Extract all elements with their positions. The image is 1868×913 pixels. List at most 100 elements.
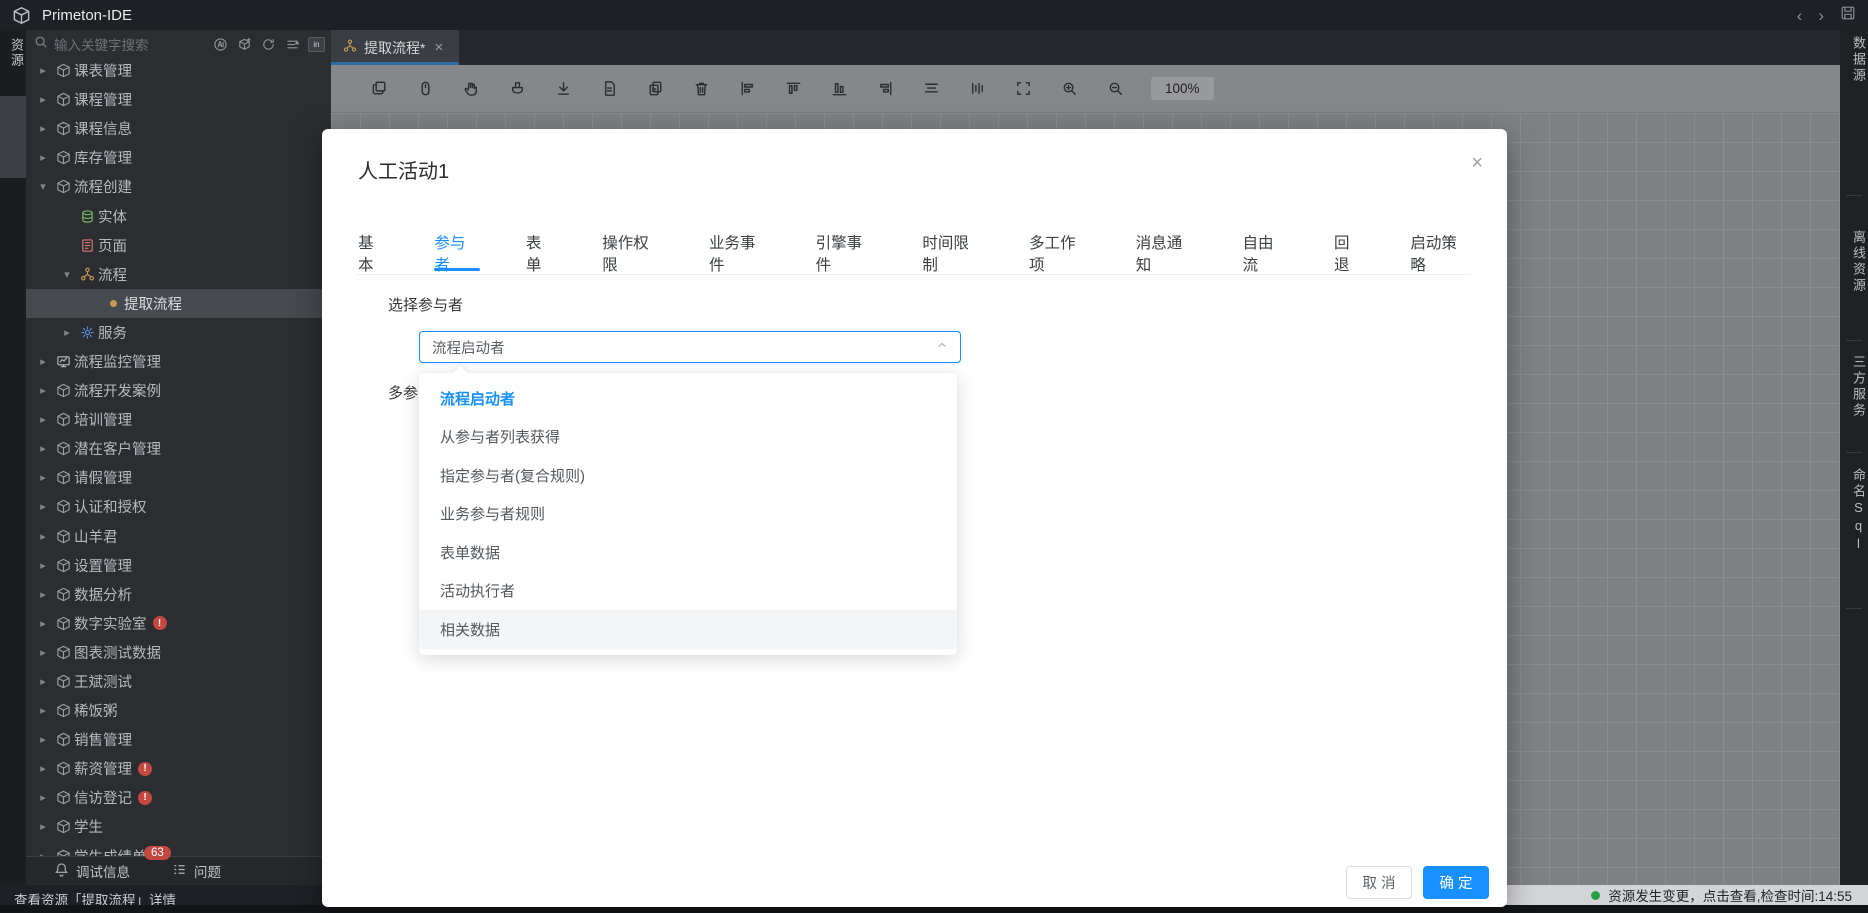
dialog-tab-启动策略[interactable]: 启动策略 <box>1410 235 1471 271</box>
expand-arrow-icon[interactable]: ▸ <box>34 471 52 484</box>
tree-item-页面[interactable]: 页面 <box>26 231 331 260</box>
dropdown-option-相关数据[interactable]: 相关数据 <box>419 610 957 649</box>
copy-icon[interactable] <box>369 79 389 99</box>
tree-item-流程开发案例[interactable]: ▸流程开发案例 <box>26 376 331 405</box>
dialog-tab-参与者[interactable]: 参与者 <box>434 235 480 271</box>
tree-item-王斌测试[interactable]: ▸王斌测试 <box>26 667 331 696</box>
tree-item-流程[interactable]: ▾流程 <box>26 260 331 289</box>
dropdown-option-流程启动者[interactable]: 流程启动者 <box>419 379 957 418</box>
tree-item-库存管理[interactable]: ▸库存管理 <box>26 143 331 172</box>
expand-arrow-icon[interactable]: ▸ <box>34 588 52 601</box>
align-bottom-icon[interactable] <box>829 79 849 99</box>
expand-arrow-icon[interactable]: ▸ <box>34 413 52 426</box>
expand-arrow-icon[interactable]: ▸ <box>34 762 52 775</box>
tree-item-课表管理[interactable]: ▸课表管理 <box>26 56 331 85</box>
tree-item-学生[interactable]: ▸学生 <box>26 812 331 841</box>
dialog-tab-表单[interactable]: 表单 <box>526 235 556 271</box>
rail-tab-命名Sql[interactable]: 命名Sql <box>1840 468 1868 554</box>
tree-item-设置管理[interactable]: ▸设置管理 <box>26 551 331 580</box>
tree-item-数据分析[interactable]: ▸数据分析 <box>26 580 331 609</box>
tree-item-认证和授权[interactable]: ▸认证和授权 <box>26 492 331 521</box>
tree-item-服务[interactable]: ▸服务 <box>26 318 331 347</box>
delete-icon[interactable] <box>691 79 711 99</box>
expand-arrow-icon[interactable]: ▸ <box>34 733 52 746</box>
expand-arrow-icon[interactable]: ▸ <box>58 326 76 339</box>
rail-tab-resources[interactable]: 资源 <box>0 38 26 68</box>
tree-item-流程监控管理[interactable]: ▸流程监控管理 <box>26 347 331 376</box>
tree-item-数字实验室[interactable]: ▸数字实验室! <box>26 609 331 638</box>
zoom-in-icon[interactable] <box>1059 79 1079 99</box>
expand-arrow-icon[interactable]: ▸ <box>34 791 52 804</box>
download-icon[interactable] <box>553 79 573 99</box>
tab-close-icon[interactable]: × <box>434 39 443 56</box>
dialog-tab-时间限制[interactable]: 时间限制 <box>922 235 983 271</box>
expand-arrow-icon[interactable]: ▸ <box>34 355 52 368</box>
tree-item-山羊君[interactable]: ▸山羊君 <box>26 522 331 551</box>
participant-select[interactable]: 流程启动者 <box>419 331 961 363</box>
dialog-tab-基本[interactable]: 基本 <box>358 235 388 271</box>
expand-arrow-icon[interactable]: ▸ <box>34 820 52 833</box>
dialog-tab-消息通知[interactable]: 消息通知 <box>1136 235 1197 271</box>
editor-tab-extract-flow[interactable]: 提取流程* × <box>331 30 459 65</box>
dropdown-option-指定参与者(复合规则)[interactable]: 指定参与者(复合规则) <box>419 456 957 495</box>
tree-item-薪资管理[interactable]: ▸薪资管理! <box>26 754 331 783</box>
pointer-icon[interactable] <box>415 79 435 99</box>
dropdown-option-业务参与者规则[interactable]: 业务参与者规则 <box>419 495 957 534</box>
save-icon[interactable] <box>1840 5 1856 26</box>
tree-item-销售管理[interactable]: ▸销售管理 <box>26 725 331 754</box>
duplicate-icon[interactable] <box>645 79 665 99</box>
expand-arrow-icon[interactable]: ▸ <box>34 646 52 659</box>
align-top-icon[interactable] <box>783 79 803 99</box>
tree-item-潜在客户管理[interactable]: ▸潜在客户管理 <box>26 434 331 463</box>
refresh-icon[interactable] <box>260 36 277 53</box>
dialog-tab-操作权限[interactable]: 操作权限 <box>602 235 663 271</box>
dialog-tab-回退[interactable]: 回退 <box>1334 235 1364 271</box>
document-icon[interactable] <box>599 79 619 99</box>
nav-forward-icon[interactable]: › <box>1818 7 1824 24</box>
rail-tab-三方服务[interactable]: 三方服务 <box>1840 355 1868 419</box>
rail-tab-离线资源[interactable]: 离线资源 <box>1840 230 1868 294</box>
brush-icon[interactable] <box>507 79 527 99</box>
tree-item-课程信息[interactable]: ▸课程信息 <box>26 114 331 143</box>
expand-arrow-icon[interactable]: ▸ <box>34 675 52 688</box>
ok-button[interactable]: 确 定 <box>1423 866 1489 899</box>
fit-screen-icon[interactable] <box>1013 79 1033 99</box>
dialog-tab-引擎事件[interactable]: 引擎事件 <box>816 235 877 271</box>
expand-arrow-icon[interactable]: ▾ <box>34 180 52 193</box>
expand-arrow-icon[interactable]: ▾ <box>58 268 76 281</box>
rail-tab-数据源[interactable]: 数据源 <box>1840 36 1868 84</box>
dialog-tab-业务事件[interactable]: 业务事件 <box>709 235 770 271</box>
align-right-icon[interactable] <box>875 79 895 99</box>
tree-item-信访登记[interactable]: ▸信访登记! <box>26 783 331 812</box>
problems-button[interactable]: 问题 <box>172 861 221 881</box>
search-input[interactable]: 输入关键字搜索 in <box>26 30 331 58</box>
cancel-button[interactable]: 取 消 <box>1346 866 1412 899</box>
distribute-vertical-icon[interactable] <box>967 79 987 99</box>
expand-arrow-icon[interactable]: ▸ <box>34 530 52 543</box>
tree-item-学生成绩单[interactable]: ▸学生成绩单 <box>26 842 331 856</box>
hand-icon[interactable] <box>461 79 481 99</box>
nav-back-icon[interactable]: ‹ <box>1797 7 1803 24</box>
expand-arrow-icon[interactable]: ▸ <box>34 122 52 135</box>
ai-icon[interactable] <box>212 36 229 53</box>
import-icon[interactable]: in <box>308 36 325 53</box>
dialog-tab-自由流[interactable]: 自由流 <box>1242 235 1288 271</box>
tree-item-实体[interactable]: 实体 <box>26 201 331 230</box>
sort-icon[interactable] <box>284 36 301 53</box>
tree-item-图表测试数据[interactable]: ▸图表测试数据 <box>26 638 331 667</box>
expand-arrow-icon[interactable]: ▸ <box>34 500 52 513</box>
dropdown-option-活动执行者[interactable]: 活动执行者 <box>419 572 957 611</box>
zoom-level-field[interactable]: 100% <box>1151 77 1214 100</box>
dialog-close-icon[interactable]: × <box>1471 153 1483 173</box>
new-module-icon[interactable] <box>236 36 253 53</box>
expand-arrow-icon[interactable]: ▸ <box>34 151 52 164</box>
expand-arrow-icon[interactable]: ▸ <box>34 617 52 630</box>
align-left-icon[interactable] <box>737 79 757 99</box>
zoom-out-icon[interactable] <box>1105 79 1125 99</box>
align-center-icon[interactable] <box>921 79 941 99</box>
tree-item-课程管理[interactable]: ▸课程管理 <box>26 85 331 114</box>
tree-item-培训管理[interactable]: ▸培训管理 <box>26 405 331 434</box>
dropdown-option-表单数据[interactable]: 表单数据 <box>419 533 957 572</box>
tree-item-请假管理[interactable]: ▸请假管理 <box>26 463 331 492</box>
debug-info-button[interactable]: 调试信息 <box>54 861 130 881</box>
